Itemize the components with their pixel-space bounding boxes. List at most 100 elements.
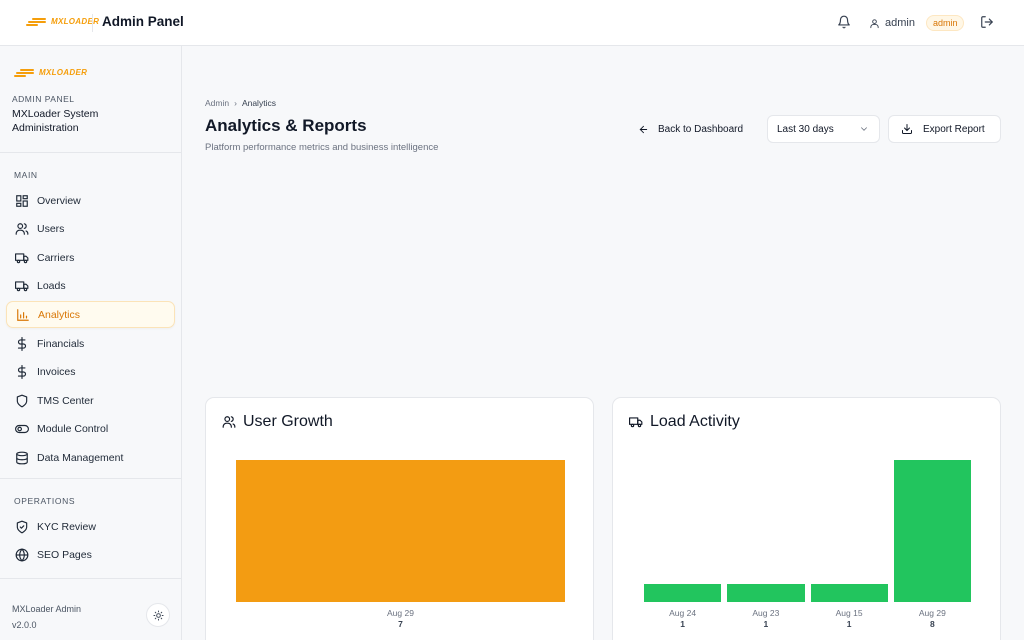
- user-growth-card: User Growth Aug 29 7: [205, 397, 594, 640]
- section-label-main: MAIN: [14, 170, 38, 180]
- bell-icon[interactable]: [837, 15, 851, 29]
- sidebar-item-label: Analytics: [38, 308, 81, 321]
- sidebar-item-label: TMS Center: [37, 394, 94, 407]
- bar-value-label: 1: [763, 619, 769, 629]
- download-icon: [902, 124, 912, 134]
- sidebar-item-carriers[interactable]: Carriers: [6, 244, 175, 271]
- bar-value-label: 8: [930, 619, 935, 629]
- back-button-label: Back to Dashboard: [658, 123, 744, 135]
- breadcrumb-item[interactable]: Admin: [205, 98, 229, 108]
- logo-wing-icon: [26, 17, 48, 26]
- divider: [92, 14, 93, 32]
- chevron-down-icon: [861, 127, 867, 131]
- card-title: Load Activity: [629, 413, 740, 431]
- sidebar-item-label: SEO Pages: [37, 548, 92, 561]
- sidebar-item-label: Carriers: [37, 251, 75, 264]
- breadcrumb-current: Analytics: [241, 98, 276, 108]
- footer-version: v2.0.0: [12, 620, 37, 630]
- sidebar-header-title: MXLoader System Administration: [12, 108, 99, 134]
- export-report-button[interactable]: Export Report: [888, 115, 1001, 143]
- sidebar-item-analytics[interactable]: Analytics: [6, 301, 175, 328]
- truck-icon: [629, 417, 643, 428]
- sidebar-item-label: Module Control: [37, 422, 109, 435]
- sun-icon: [152, 609, 164, 621]
- user-menu[interactable]: admin admin: [869, 15, 965, 31]
- truck-icon: [15, 252, 29, 263]
- bar-label: Aug 29 7: [236, 608, 565, 630]
- divider: [0, 578, 181, 579]
- sidebar-item-label: Data Management: [37, 451, 124, 464]
- date-range-select[interactable]: Last 30 days: [767, 115, 880, 143]
- sidebar-item-invoices[interactable]: Invoices: [6, 358, 175, 385]
- page-subtitle: Platform performance metrics and busines…: [205, 142, 439, 153]
- username: admin: [885, 17, 915, 29]
- card-title: User Growth: [222, 413, 333, 431]
- users-icon: [15, 222, 29, 235]
- logo-wing-icon: [14, 68, 36, 77]
- bar-value-label: 1: [846, 619, 852, 629]
- sidebar-item-label: KYC Review: [37, 520, 96, 533]
- sidebar-footer: MXLoader Admin v2.0.0: [12, 601, 81, 633]
- sidebar-item-label: Financials: [37, 337, 85, 350]
- dollar-icon: [17, 336, 27, 351]
- logo-text: MXLOADER: [39, 68, 88, 77]
- sidebar-item-financials[interactable]: Financials: [6, 330, 175, 357]
- truck-icon: [15, 280, 29, 291]
- sidebar-item-label: Loads: [37, 279, 66, 292]
- theme-toggle-button[interactable]: [146, 603, 170, 627]
- bar-category-label: Aug 29: [387, 608, 414, 618]
- sidebar-header-label: ADMIN PANEL: [12, 94, 75, 104]
- database-icon: [16, 451, 28, 464]
- sidebar-item-module-control[interactable]: Module Control: [6, 415, 175, 442]
- arrow-left-icon: [639, 125, 648, 133]
- bar-value-label: 1: [680, 619, 685, 629]
- sidebar-item-tms-center[interactable]: TMS Center: [6, 387, 175, 414]
- app-logo[interactable]: MXLOADER: [26, 17, 99, 26]
- sidebar-item-loads[interactable]: Loads: [6, 272, 175, 299]
- chart-bar[interactable]: [644, 584, 722, 602]
- shield-check-icon: [16, 520, 28, 533]
- chart-bar[interactable]: [810, 584, 888, 602]
- bar-label: Aug 23 1: [727, 608, 804, 630]
- top-bar: MXLOADER Admin Panel admin admin: [0, 0, 1024, 46]
- chart-title: Load Activity: [650, 413, 740, 430]
- sidebar-item-kyc-review[interactable]: KYC Review: [6, 513, 175, 540]
- globe-icon: [15, 547, 29, 562]
- bar-category-label: Aug 24: [669, 608, 697, 618]
- sidebar-item-overview[interactable]: Overview: [6, 187, 175, 214]
- toggle-icon: [15, 424, 29, 433]
- sidebar-item-label: Users: [37, 222, 65, 235]
- chart-title: User Growth: [243, 413, 333, 430]
- sidebar-item-label: Invoices: [37, 365, 76, 378]
- load-activity-card: Load Activity Aug 24 1 Aug 23 1 Aug 15 1 Aug 2…: [612, 397, 1001, 640]
- breadcrumb: Admin › Analytics: [205, 98, 276, 108]
- dollar-icon: [17, 364, 27, 379]
- users-icon: [222, 416, 236, 428]
- user-icon: [870, 18, 879, 28]
- bar-label: Aug 15 1: [811, 608, 888, 630]
- page-title: Analytics & Reports: [205, 116, 367, 135]
- back-to-dashboard-button[interactable]: Back to Dashboard: [628, 115, 753, 143]
- bar-label: Aug 29 8: [894, 608, 971, 630]
- sidebar-item-seo-pages[interactable]: SEO Pages: [6, 541, 175, 568]
- sidebar: MXLOADER ADMIN PANEL MXLoader System Adm…: [0, 46, 182, 640]
- bar-value-label: 7: [398, 619, 403, 629]
- chart-bar[interactable]: [893, 460, 971, 602]
- export-button-label: Export Report: [923, 123, 985, 135]
- role-badge: admin: [925, 15, 965, 31]
- divider: [0, 478, 181, 479]
- chart-bar[interactable]: [727, 584, 805, 602]
- shield-icon: [16, 394, 28, 407]
- grid-icon: [16, 194, 28, 207]
- sidebar-logo[interactable]: MXLOADER: [14, 68, 87, 77]
- section-label-operations: OPERATIONS: [14, 496, 76, 506]
- chart-bar[interactable]: [236, 460, 565, 602]
- bar-category-label: Aug 15: [835, 608, 863, 618]
- footer-app-name: MXLoader Admin: [12, 604, 82, 614]
- sidebar-header: ADMIN PANEL MXLoader System Administrati…: [12, 94, 122, 135]
- sidebar-item-data-management[interactable]: Data Management: [6, 444, 175, 471]
- sidebar-item-users[interactable]: Users: [6, 215, 175, 242]
- logout-icon[interactable]: [980, 15, 994, 29]
- bar-category-label: Aug 29: [918, 608, 946, 618]
- bar-label: Aug 24 1: [644, 608, 721, 630]
